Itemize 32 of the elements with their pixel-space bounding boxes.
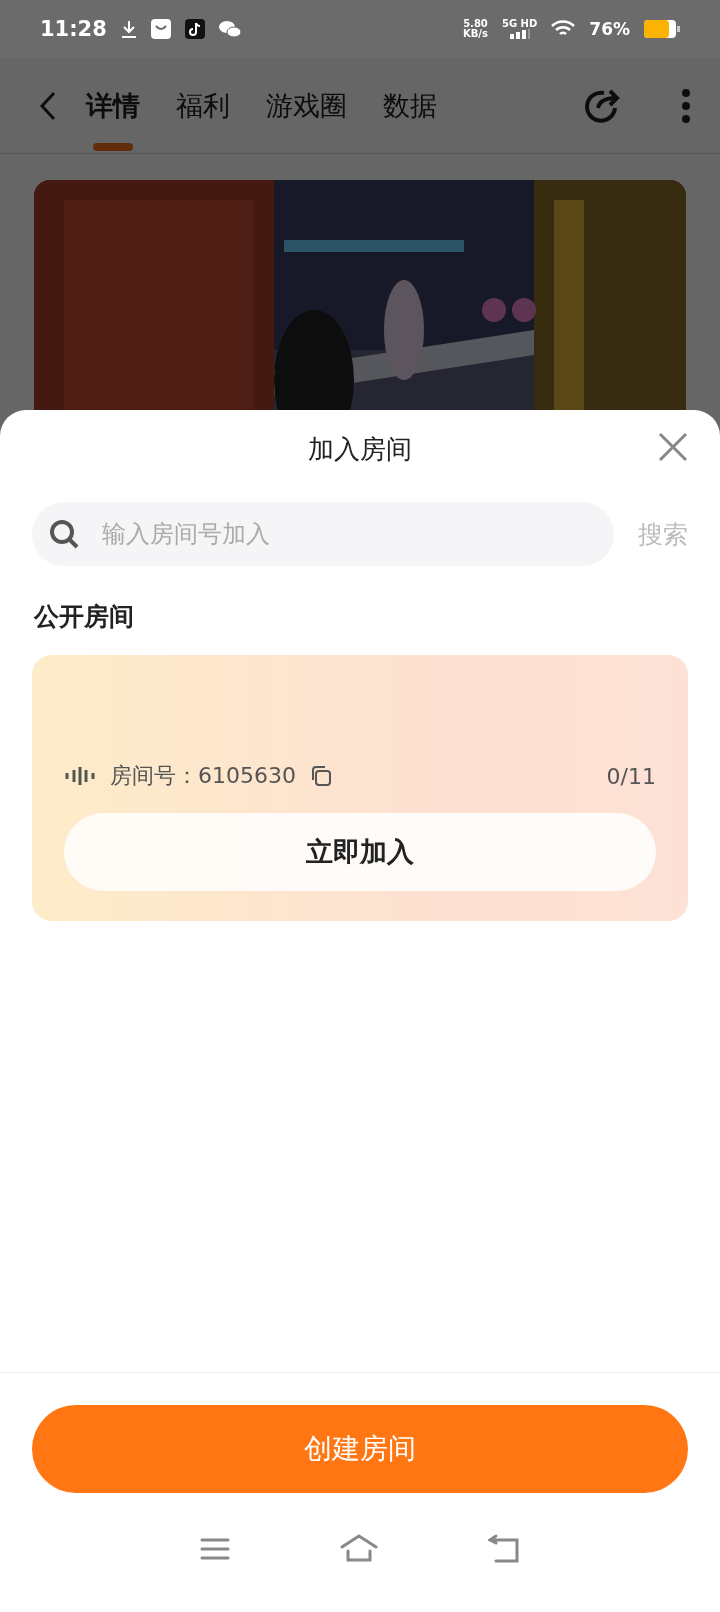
tab[interactable]: 详情 [86,58,140,153]
music-note-icon [184,19,205,39]
signal-icon [508,29,531,39]
search-button[interactable]: 搜索 [638,517,688,551]
home-icon[interactable] [340,1534,378,1564]
section-title: 公开房间 [32,601,135,633]
menu-icon[interactable] [200,1537,230,1561]
download-icon [120,20,137,38]
create-room-button[interactable]: 创建房间 [32,1405,688,1493]
tab[interactable]: 数据 [383,58,437,153]
close-button[interactable] [658,432,688,462]
battery-percent: 76% [589,19,630,39]
room-number: 房间号：6105630 [110,762,296,790]
network-type: 5G HD [501,19,538,29]
sheet-title: 加入房间 [308,432,412,466]
join-button[interactable]: 立即加入 [64,813,656,891]
search-field[interactable]: 输入房间号加入 [32,502,614,566]
more-icon[interactable] [682,88,690,123]
back-icon[interactable] [488,1534,520,1564]
net-speed-unit: KB/s [463,29,488,39]
tab[interactable]: 游戏圈 [266,58,347,153]
sound-wave-icon [64,766,96,786]
status-time: 11:28 [40,17,107,41]
chat-icon [218,20,241,38]
bag-icon [150,19,171,39]
search-icon [48,518,80,550]
room-occupancy: 0/11 [606,763,656,789]
tab[interactable]: 福利 [176,58,230,153]
copy-icon[interactable] [310,765,332,787]
battery-icon [644,20,680,38]
back-button[interactable] [40,90,56,121]
net-speed: 5.80 [463,19,488,29]
